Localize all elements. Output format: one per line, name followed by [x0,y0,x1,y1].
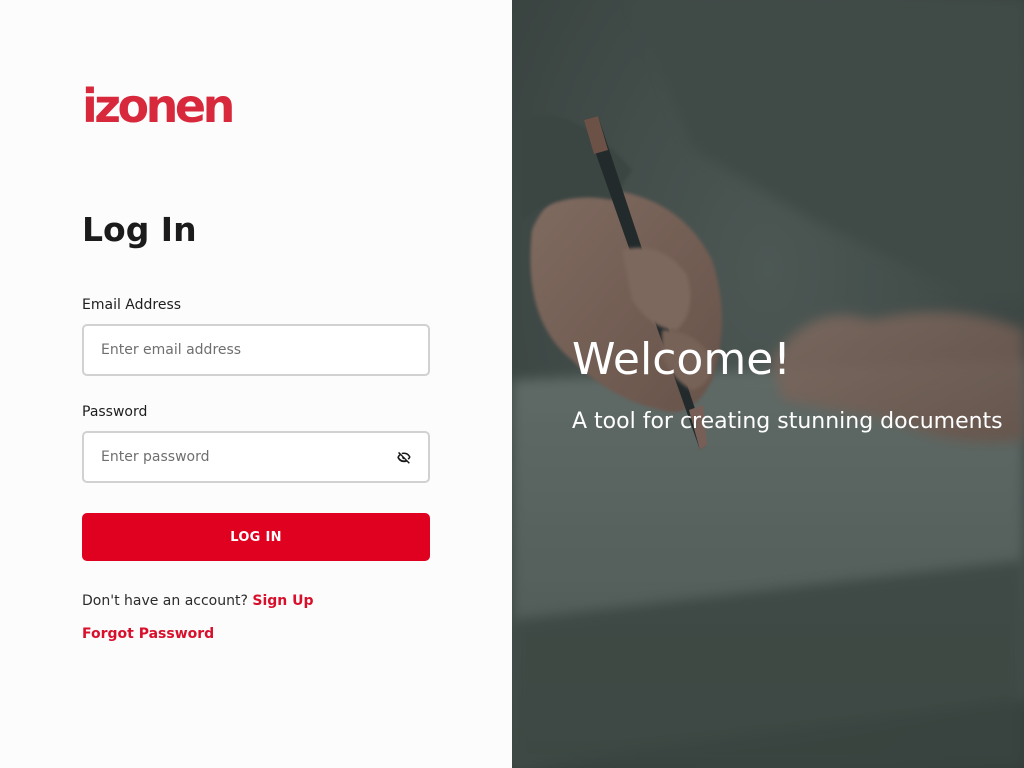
signup-prompt-text: Don't have an account? [82,593,248,609]
password-field-container [82,431,430,483]
forgot-password-link[interactable]: Forgot Password [82,625,214,643]
password-input[interactable] [84,433,381,481]
signup-prompt-line: Don't have an account? Sign Up [82,592,314,610]
hero-panel: Welcome! A tool for creating stunning do… [512,0,1024,768]
eye-off-icon[interactable] [394,448,414,466]
email-label: Email Address [82,297,182,313]
email-field-container [82,324,430,376]
page-title: Log In [82,210,197,249]
email-input[interactable] [84,326,381,374]
signup-link[interactable]: Sign Up [252,593,313,609]
login-panel: izonen Log In Email Address Password LOG… [0,0,512,768]
hero-tagline: A tool for creating stunning documents [572,409,1003,434]
hero-heading: Welcome! [572,334,791,385]
brand-logo: izonen [82,79,235,133]
login-page: izonen Log In Email Address Password LOG… [0,0,1024,768]
password-label: Password [82,404,148,420]
login-button[interactable]: LOG IN [82,513,430,561]
